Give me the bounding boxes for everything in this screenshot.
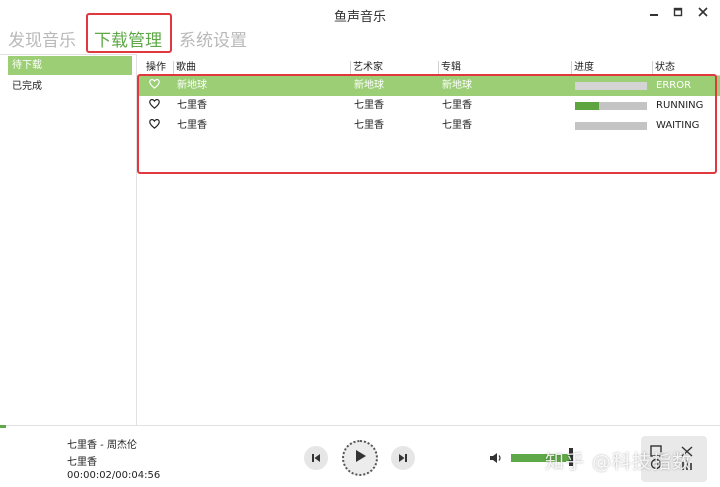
sidebar-item-completed[interactable]: 已完成 <box>8 77 132 96</box>
next-track-button[interactable] <box>391 446 415 470</box>
skip-next-icon <box>397 449 409 468</box>
close-button[interactable] <box>692 4 714 22</box>
previous-track-button[interactable] <box>304 446 328 470</box>
maximize-button[interactable] <box>667 4 689 22</box>
column-header-status[interactable]: 状态 <box>652 61 675 75</box>
table-highlight-box <box>137 74 717 174</box>
play-button[interactable] <box>342 440 378 476</box>
column-header-artist[interactable]: 艺术家 <box>350 61 383 75</box>
play-icon <box>352 448 368 468</box>
column-header-song[interactable]: 歌曲 <box>173 61 196 75</box>
minimize-button[interactable] <box>643 4 665 22</box>
column-header-operation[interactable]: 操作 <box>146 61 166 75</box>
tab-discover-music[interactable]: 发现音乐 <box>8 27 76 55</box>
now-playing-album: 七里香 <box>67 457 97 468</box>
column-header-album[interactable]: 专辑 <box>438 61 461 75</box>
watermark: 知乎 @科技指数 <box>545 451 693 473</box>
now-playing-title: 七里香 - 周杰伦 <box>67 440 137 451</box>
skip-previous-icon <box>310 449 322 468</box>
column-header-progress[interactable]: 进度 <box>571 61 594 75</box>
tab-system-settings[interactable]: 系统设置 <box>179 27 247 55</box>
volume-icon[interactable] <box>489 450 503 464</box>
maximize-icon <box>673 7 683 20</box>
minimize-icon <box>649 7 659 20</box>
close-icon <box>698 5 708 21</box>
sidebar-item-pending[interactable]: 待下载 <box>8 56 132 75</box>
playback-time: 00:00:02/00:04:56 <box>67 470 161 481</box>
sidebar: 待下载 已完成 <box>0 54 137 425</box>
tab-highlight-box <box>86 13 172 53</box>
seek-bar[interactable] <box>0 425 6 428</box>
